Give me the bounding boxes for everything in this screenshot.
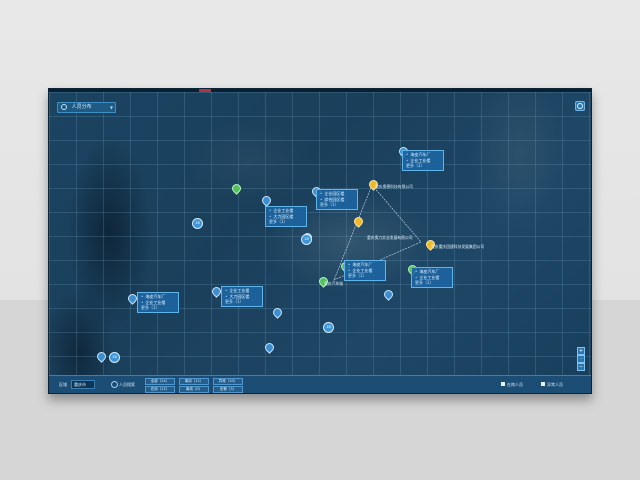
legend-abnormal-label: 异常人员 [547, 382, 563, 387]
legend-onduty-swatch [501, 382, 505, 386]
filter-button-offduty[interactable]: 离岗（12） [179, 378, 209, 385]
info-callout[interactable]: 海皮汽车厂 企业工业楼 更多（1） [137, 292, 179, 313]
cluster-marker[interactable]: 18 [301, 234, 312, 245]
location-label: 重庆重庆团建科技发展集团公司 [431, 244, 485, 249]
callout-more-link[interactable]: 更多（1） [320, 202, 354, 208]
info-callout[interactable]: 企业园区楼 综合园区楼 更多（1） [316, 189, 358, 210]
user-icon [61, 103, 67, 110]
legend-abnormal-swatch [541, 382, 545, 386]
info-callout[interactable]: 海皮汽车厂 企业工业楼 更多（1） [402, 150, 444, 171]
info-callout[interactable]: 企业工业楼 大力园区楼 更多（1） [221, 286, 263, 307]
zoom-out-button[interactable]: − [577, 363, 585, 371]
settings-icon [577, 103, 583, 109]
user-icon [111, 381, 118, 388]
cluster-marker[interactable]: 18 [109, 352, 120, 363]
chevron-down-icon: ▼ [109, 105, 113, 110]
bottom-toolbar: 区域 重庆市 人员搜索 全部（24） 在岗（12） 离岗（12） 离线（0） 异… [49, 375, 591, 393]
people-search-label[interactable]: 人员搜索 [119, 382, 135, 388]
info-callout[interactable]: 企业工业楼 大力园区楼 更多（1） [265, 206, 307, 227]
callout-more-link[interactable]: 更多（1） [225, 299, 259, 305]
callout-more-link[interactable]: 更多（1） [269, 219, 303, 225]
location-label: 重庆奥力实业发展有限公司 [367, 235, 413, 240]
cluster-marker[interactable]: 18 [192, 218, 203, 229]
cluster-marker[interactable]: 18 [323, 322, 334, 333]
region-select[interactable]: 重庆市 [71, 380, 95, 389]
callout-more-link[interactable]: 更多（1） [415, 280, 449, 286]
callout-more-link[interactable]: 更多（1） [406, 163, 440, 169]
monitor-screen: 人员分布 ▼ 18 18 18 18 海皮汽车厂 企业工业楼 更多（1） [48, 88, 592, 394]
info-callout[interactable]: 海皮汽车厂 企业工业楼 更多（1） [344, 260, 386, 281]
route-lines [333, 184, 422, 281]
filter-button-abnormal[interactable]: 异常（10） [213, 378, 243, 385]
layer-dropdown[interactable]: 人员分布 ▼ [57, 102, 116, 113]
settings-button[interactable] [575, 101, 585, 111]
location-label: 重庆奥德科技有限公司 [375, 184, 413, 189]
filter-button-alarm[interactable]: 告警（3） [213, 386, 243, 393]
info-callout[interactable]: 海皮汽车厂 企业工业楼 更多（1） [411, 267, 453, 288]
filter-button-all[interactable]: 全部（24） [145, 378, 175, 385]
layer-dropdown-label: 人员分布 [71, 104, 92, 110]
legend-onduty-label: 在岗人员 [507, 382, 523, 387]
region-label: 区域 [59, 382, 67, 387]
zoom-in-button[interactable]: + [577, 347, 585, 355]
zoom-reset-button[interactable]: · [577, 355, 585, 363]
callout-more-link[interactable]: 更多（1） [348, 273, 382, 279]
filter-button-onduty[interactable]: 在岗（12） [145, 386, 175, 393]
map-view[interactable]: 人员分布 ▼ 18 18 18 18 海皮汽车厂 企业工业楼 更多（1） [49, 92, 591, 375]
filter-button-offline[interactable]: 离线（0） [179, 386, 209, 393]
location-label: 重庆汽车城 [324, 281, 343, 286]
callout-more-link[interactable]: 更多（1） [141, 305, 175, 311]
